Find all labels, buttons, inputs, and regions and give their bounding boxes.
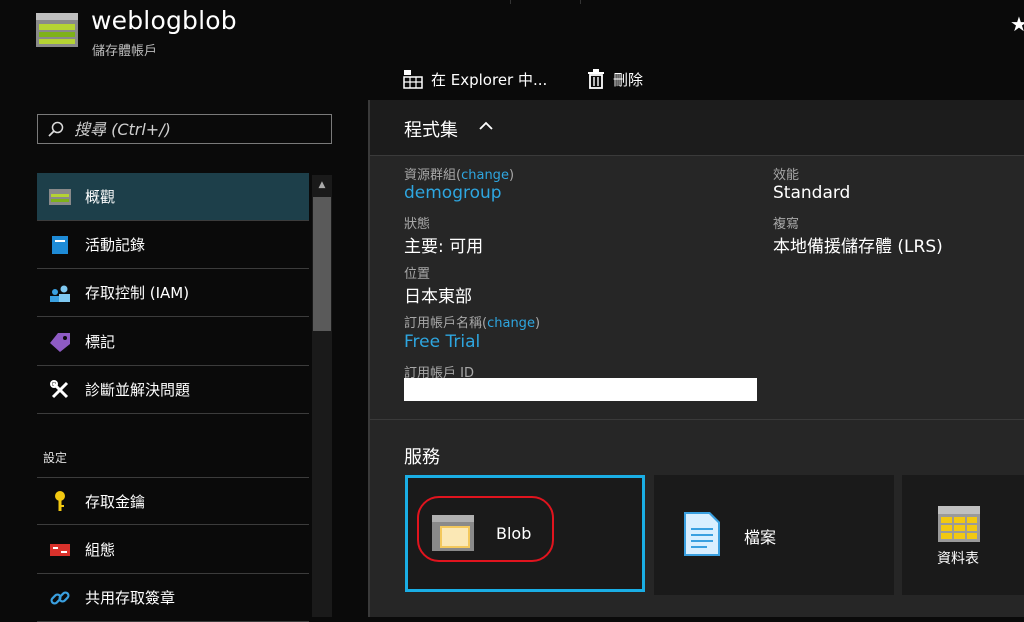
delete-button[interactable]: 刪除 xyxy=(587,68,643,90)
subscription-name-label: 訂用帳戶名稱 xyxy=(404,316,483,331)
nav-item-tags[interactable]: 標記 xyxy=(37,318,309,366)
resource-group-label: 資源群組 xyxy=(404,168,457,183)
subscription-id-redacted xyxy=(404,378,757,401)
overview-icon xyxy=(49,186,71,208)
header-divider xyxy=(510,0,511,4)
status-label: 狀態 xyxy=(404,217,431,232)
nav-item-label: 概觀 xyxy=(85,188,116,206)
search-box[interactable] xyxy=(37,114,332,144)
wrench-icon xyxy=(49,379,71,401)
table-tile-label: 資料表 xyxy=(937,551,979,567)
nav-item-configuration[interactable]: 組態 xyxy=(37,526,309,574)
resource-group-value[interactable]: demogroup xyxy=(404,183,502,203)
status-value: 主要: 可用 xyxy=(404,237,484,257)
explorer-icon xyxy=(403,70,423,89)
location-label: 位置 xyxy=(404,267,431,282)
iam-icon xyxy=(49,282,71,304)
storage-account-icon xyxy=(36,13,78,47)
nav-item-label: 標記 xyxy=(85,333,116,351)
search-input[interactable] xyxy=(72,118,316,140)
link-icon xyxy=(49,587,71,609)
search-icon xyxy=(48,121,64,137)
scroll-up-arrow-icon[interactable]: ▲ xyxy=(312,175,332,195)
replication-value: 本地備援儲存體 (LRS) xyxy=(773,237,943,257)
nav-item-activity-log[interactable]: 活動記錄 xyxy=(37,221,309,269)
performance-label: 效能 xyxy=(773,168,800,183)
scrollbar-thumb[interactable] xyxy=(313,197,331,331)
configuration-icon xyxy=(49,539,71,561)
open-in-explorer-label: 在 Explorer 中... xyxy=(431,70,548,89)
nav-item-label: 存取控制 (IAM) xyxy=(85,284,190,302)
subscription-change-link[interactable]: change xyxy=(487,316,535,331)
delete-label: 刪除 xyxy=(613,70,644,89)
file-icon xyxy=(684,512,720,560)
tag-icon xyxy=(49,331,71,353)
services-title: 服務 xyxy=(404,447,440,468)
essentials-title[interactable]: 程式集 xyxy=(404,116,458,142)
nav-item-label: 活動記錄 xyxy=(85,236,146,254)
chevron-up-icon[interactable] xyxy=(478,118,494,138)
trash-icon xyxy=(588,69,604,89)
replication-label: 複寫 xyxy=(773,217,800,232)
subscription-name-value[interactable]: Free Trial xyxy=(404,332,480,352)
nav-item-access-control[interactable]: 存取控制 (IAM) xyxy=(37,269,309,317)
nav-item-overview[interactable]: 概觀 xyxy=(37,173,309,221)
nav-item-label: 存取金鑰 xyxy=(85,492,146,511)
open-in-explorer-button[interactable]: 在 Explorer 中... xyxy=(403,68,547,90)
essentials-header[interactable] xyxy=(370,100,1024,156)
section-divider xyxy=(370,419,1024,420)
resource-group-label-row: 資源群組(change) xyxy=(404,168,515,183)
table-icon xyxy=(938,506,980,546)
key-icon xyxy=(49,490,71,512)
red-highlight-annotation xyxy=(417,496,554,562)
nav-item-label: 診斷並解決問題 xyxy=(85,381,191,399)
pin-star-icon[interactable]: ★ xyxy=(1010,12,1024,36)
header-divider xyxy=(580,0,581,4)
activity-log-icon xyxy=(49,234,71,256)
location-value: 日本東部 xyxy=(404,287,472,307)
nav-item-label: 組態 xyxy=(85,541,116,559)
page-title: weblogblob xyxy=(91,6,237,35)
nav-item-access-keys[interactable]: 存取金鑰 xyxy=(37,477,309,525)
nav-section-header: 設定 xyxy=(43,451,68,465)
subscription-name-label-row: 訂用帳戶名稱(change) xyxy=(404,316,541,331)
page-subtitle: 儲存體帳戶 xyxy=(92,44,158,59)
nav-item-shared-access-signature[interactable]: 共用存取簽章 xyxy=(37,574,309,622)
resource-group-change-link[interactable]: change xyxy=(461,168,509,183)
performance-value: Standard xyxy=(773,183,851,203)
file-tile-label: 檔案 xyxy=(744,528,777,547)
nav-item-label: 共用存取簽章 xyxy=(85,589,176,607)
nav-item-diagnose[interactable]: 診斷並解決問題 xyxy=(37,366,309,414)
